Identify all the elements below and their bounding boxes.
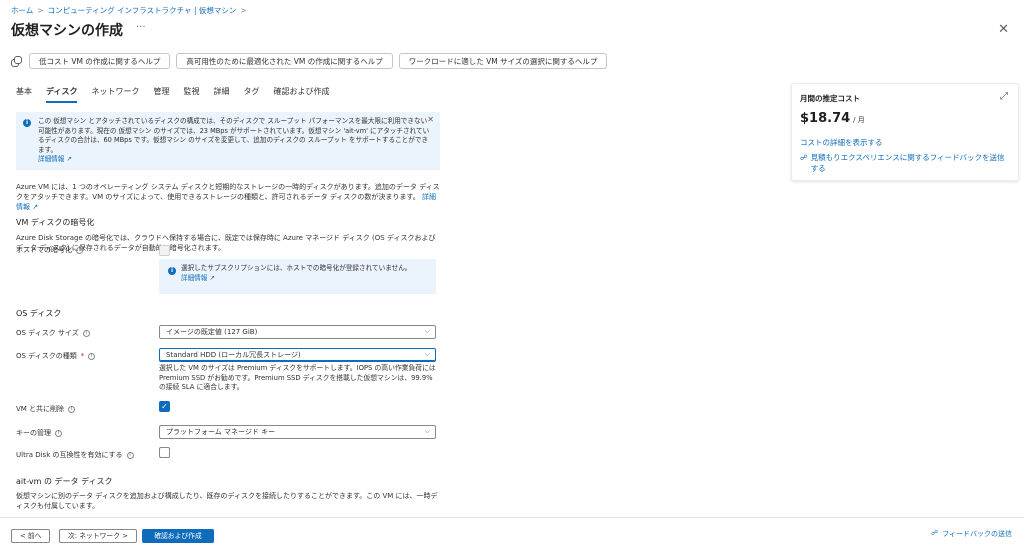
cost-estimate-card: 月間の推定コスト ⤢ $18.74 / 月 コストの詳細を表示する ☍ 見積もり… [791,83,1019,181]
delete-with-vm-checkbox[interactable]: ✓ [159,401,170,412]
info-banner-learn-more-link[interactable]: 詳細情報 ↗ [38,155,72,163]
cost-feedback-link[interactable]: ☍ 見積もりエクスペリエンスに関するフィードバックを送信する [800,152,1012,174]
os-disk-size-row: OS ディスク サイズ i [16,328,160,338]
os-disk-type-value: Standard HDD (ローカル冗長ストレージ) [166,351,301,359]
disks-intro: Azure VM には、1 つのオペレーティング システム ディスクと短期的なス… [16,182,440,212]
ultra-disk-checkbox[interactable] [159,447,170,458]
ultra-disk-label: Ultra Disk の互換性を有効にする [16,451,123,459]
key-management-label: キーの管理 [16,429,51,437]
breadcrumb: ホーム > コンピューティング インフラストラクチャ | 仮想マシン > [11,5,247,16]
info-tooltip-icon[interactable]: i [76,246,83,254]
chevron-down-icon: ⌵ [424,350,430,358]
tab-networking[interactable]: ネットワーク [91,86,139,103]
info-banner-text: この 仮想マシン とアタッチされているディスクの構成では、そのディスクで スルー… [38,117,430,154]
chevron-down-icon: ⌵ [424,327,430,335]
os-disk-heading: OS ディスク [16,309,62,318]
delete-with-vm-row: VM と共に削除 i [16,404,160,414]
key-management-row: キーの管理 i [16,428,160,438]
os-disk-type-help: 選択した VM のサイズは Premium ディスクをサポートします。IOPS … [159,364,436,391]
tab-management[interactable]: 管理 [153,86,169,103]
review-create-button[interactable]: 確認および作成 [142,529,214,543]
expand-icon[interactable]: ⤢ [1000,91,1008,102]
wizard-tabs: 基本 ディスク ネットワーク 管理 監視 詳細 タグ 確認および作成 [16,86,329,103]
chevron-down-icon: ⌵ [424,427,430,435]
feedback-icon: ☍ [931,529,939,537]
close-icon[interactable]: ✕ [427,115,434,125]
host-encryption-learn-more-link[interactable]: 詳細情報 ↗ [181,274,215,282]
tab-advanced[interactable]: 詳細 [213,86,229,103]
tab-review-create[interactable]: 確認および作成 [273,86,329,103]
cost-amount-block: $18.74 / 月 [800,111,865,126]
ultra-disk-row: Ultra Disk の互換性を有効にする i [16,450,160,460]
send-feedback-link[interactable]: ☍ フィードバックの送信 [931,529,1012,539]
host-encryption-info: i 選択したサブスクリプションには、ホストでの暗号化が登録されていません。 詳細… [159,259,436,294]
info-tooltip-icon[interactable]: i [68,405,76,413]
info-tooltip-icon[interactable]: i [82,329,90,337]
key-management-value: プラットフォーム マネージド キー [166,428,276,436]
page-title: 仮想マシンの作成 [11,23,123,39]
delete-with-vm-label: VM と共に削除 [16,405,65,413]
cost-period: / 月 [853,116,865,124]
required-mark: * [80,352,85,360]
tab-tags[interactable]: タグ [243,86,259,103]
host-encryption-row: ホストでの暗号化 i [16,245,160,255]
os-disk-size-value: イメージの既定値 (127 GiB) [166,328,258,336]
host-encryption-label: ホストでの暗号化 [16,246,72,254]
throughput-info-banner: i この 仮想マシン とアタッチされているディスクの構成では、そのディスクで ス… [16,112,440,170]
breadcrumb-separator: > [37,6,44,15]
feedback-icon: ☍ [800,153,808,162]
help-high-availability-button[interactable]: 高可用性のために最適化された VM の作成に関するヘルプ [176,53,393,69]
host-encryption-checkbox[interactable] [159,245,170,256]
copilot-icon[interactable] [11,56,22,67]
help-low-cost-button[interactable]: 低コスト VM の作成に関するヘルプ [29,53,171,69]
os-disk-type-row: OS ディスクの種類 * i [16,351,160,361]
breadcrumb-vms[interactable]: コンピューティング インフラストラクチャ | 仮想マシン [48,5,237,16]
cost-card-title: 月間の推定コスト [800,94,860,103]
info-icon: i [23,119,31,127]
previous-button[interactable]: < 前へ [11,529,51,543]
help-bar: 低コスト VM の作成に関するヘルプ 高可用性のために最適化された VM の作成… [11,53,608,69]
tab-basics[interactable]: 基本 [16,86,32,103]
next-networking-button[interactable]: 次: ネットワーク > [59,529,137,543]
encryption-heading: VM ディスクの暗号化 [16,217,95,227]
disks-form: i この 仮想マシン とアタッチされているディスクの構成では、そのディスクで ス… [16,112,440,253]
info-tooltip-icon[interactable]: i [126,451,134,459]
disks-intro-text: Azure VM には、1 つのオペレーティング システム ディスクと短期的なス… [16,182,440,201]
info-tooltip-icon[interactable]: i [88,352,96,360]
key-management-dropdown[interactable]: プラットフォーム マネージド キー ⌵ [159,425,436,439]
tab-disks[interactable]: ディスク [46,86,78,103]
cost-feedback-text: 見積もりエクスペリエンスに関するフィードバックを送信する [810,153,1005,173]
tab-monitoring[interactable]: 監視 [183,86,199,103]
data-disks-text: 仮想マシンに別のデータ ディスクを追加および構成したり、既存のディスクを接続した… [16,492,438,510]
help-vm-size-button[interactable]: ワークロードに適した VM サイズの選択に関するヘルプ [398,53,608,69]
close-icon[interactable]: ✕ [998,22,1009,37]
breadcrumb-separator: > [240,6,247,15]
os-disk-size-label: OS ディスク サイズ [16,329,79,337]
os-disk-type-label: OS ディスクの種類 [16,352,77,360]
data-disks-heading: ait-vm の データ ディスク [16,477,113,486]
os-disk-size-dropdown[interactable]: イメージの既定値 (127 GiB) ⌵ [159,325,436,339]
wizard-footer: < 前へ 次: ネットワーク > 確認および作成 ☍ フィードバックの送信 [0,517,1024,547]
breadcrumb-home[interactable]: ホーム [11,5,33,16]
host-encryption-info-text: 選択したサブスクリプションには、ホストでの暗号化が登録されていません。 [181,264,412,272]
info-icon: i [168,267,176,275]
cost-amount: $18.74 [800,111,851,126]
info-tooltip-icon[interactable]: i [55,429,62,437]
send-feedback-text: フィードバックの送信 [942,530,1012,538]
os-disk-type-dropdown[interactable]: Standard HDD (ローカル冗長ストレージ) ⌵ [159,348,436,362]
cost-details-link[interactable]: コストの詳細を表示する [800,137,883,148]
checkmark-icon: ✓ [161,402,168,411]
more-options-icon[interactable]: ··· [136,22,146,33]
